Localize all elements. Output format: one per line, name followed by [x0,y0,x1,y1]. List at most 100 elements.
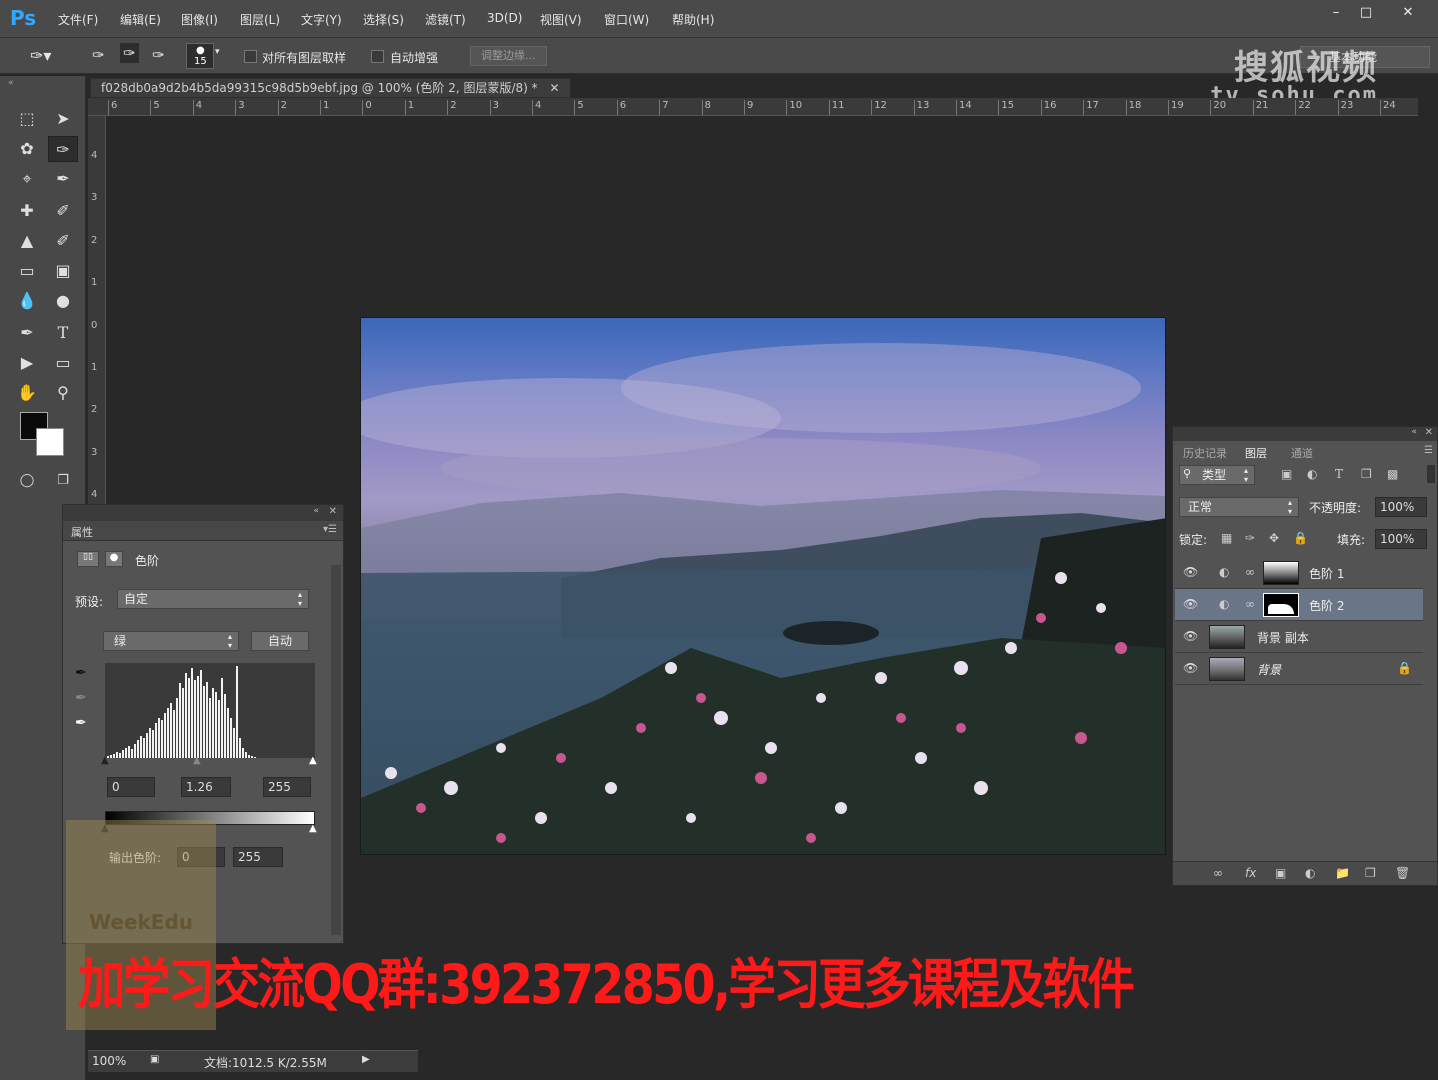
channel-dropdown[interactable]: 绿 [103,631,239,651]
quick-mask-icon[interactable]: ◯ [12,468,42,494]
zoom-level[interactable]: 100% [92,1054,126,1068]
link-icon[interactable]: ∞ [1245,565,1255,579]
input-black-slider[interactable]: ▲ [101,755,109,766]
properties-tab[interactable]: 属性 [71,524,93,540]
status-menu-arrow-icon[interactable]: ▶ [362,1054,370,1065]
lasso-tool-icon[interactable]: ✿ [12,136,42,162]
eraser-tool-icon[interactable]: ▭ [12,258,42,284]
white-point-eyedropper-icon[interactable]: ✒ [75,715,87,731]
layer-row[interactable]: 👁 ◐ ∞ 色阶 1 [1175,557,1423,589]
new-group-icon[interactable]: 📁 [1335,866,1350,880]
lock-position-icon[interactable]: ✥ [1269,531,1279,545]
add-to-selection-icon[interactable]: ✑ [120,43,139,63]
eye-icon[interactable]: 👁 [1183,629,1198,643]
layer-row[interactable]: 👁 ◐ ∞ 色阶 2 [1175,589,1423,621]
panel-menu-icon[interactable]: ▾☰ [323,524,337,535]
eye-icon[interactable]: 👁 [1183,597,1198,611]
blur-tool-icon[interactable]: 💧 [12,288,42,314]
input-black-field[interactable]: 0 [107,777,155,797]
quick-selection-tool-icon[interactable]: ✑ [48,136,78,162]
layer-thumbnail[interactable] [1209,657,1245,681]
close-icon[interactable]: ✕ [1394,4,1422,24]
lock-transparent-icon[interactable]: ▦ [1221,531,1232,545]
pen-tool-icon[interactable]: ✒ [12,320,42,346]
new-layer-icon[interactable]: ❐ [1365,866,1376,880]
clone-stamp-tool-icon[interactable]: ▲ [12,228,42,254]
close-panel-icon[interactable]: ✕ [329,506,337,517]
menu-edit[interactable]: 编辑(E) [120,11,161,28]
tab-layers[interactable]: 图层 [1239,443,1273,463]
minimize-icon[interactable]: – [1322,4,1350,24]
menu-filter[interactable]: 滤镜(T) [425,11,466,28]
quick-selection-preset-icon[interactable]: ✑▾ [30,46,51,65]
path-selection-tool-icon[interactable]: ▶ [12,350,42,376]
add-mask-icon[interactable]: ▣ [1275,866,1286,880]
preset-dropdown[interactable]: 自定 [117,589,309,609]
auto-button[interactable]: 自动 [251,631,309,651]
auto-enhance-checkbox[interactable] [371,50,384,63]
black-point-eyedropper-icon[interactable]: ✒ [75,665,87,681]
smart-object-filter-icon[interactable]: ▩ [1387,467,1398,481]
opacity-field[interactable]: 100% [1375,497,1427,517]
mask-icon[interactable]: ● [105,551,123,567]
eye-icon[interactable]: 👁 [1183,661,1198,675]
eye-icon[interactable]: 👁 [1183,565,1198,579]
crop-tool-icon[interactable]: ⌖ [12,166,42,192]
history-brush-tool-icon[interactable]: ✐ [48,228,78,254]
hand-tool-icon[interactable]: ✋ [12,380,42,406]
subtract-selection-icon[interactable]: ✑ [152,46,165,64]
pixel-filter-icon[interactable]: ▣ [1281,467,1292,481]
type-filter-icon[interactable]: T [1335,467,1343,481]
properties-scrollbar[interactable] [331,565,341,935]
adjustment-filter-icon[interactable]: ◐ [1307,467,1317,481]
input-white-slider[interactable]: ▲ [309,755,317,766]
new-adjustment-icon[interactable]: ◐ [1305,866,1315,880]
menu-layer[interactable]: 图层(L) [240,11,280,28]
status-icon[interactable]: ▣ [150,1054,159,1065]
lock-all-icon[interactable]: 🔒 [1293,531,1308,545]
output-white-slider[interactable]: ▲ [309,823,317,834]
chevron-down-icon[interactable]: ▾ [215,47,220,57]
menu-view[interactable]: 视图(V) [540,11,582,28]
menu-window[interactable]: 窗口(W) [604,11,649,28]
panel-menu-icon[interactable]: ☰ [1424,445,1433,456]
gray-point-eyedropper-icon[interactable]: ✒ [75,690,87,706]
background-color-swatch[interactable] [36,428,64,456]
link-layers-icon[interactable]: ∞ [1213,866,1223,880]
sample-all-layers-checkbox[interactable] [244,50,257,63]
menu-3d[interactable]: 3D(D) [487,11,522,25]
delete-layer-icon[interactable]: 🗑 [1395,866,1410,880]
collapse-panel-icon[interactable]: « [313,506,319,516]
move-tool-icon[interactable]: ➤ [48,106,78,132]
menu-file[interactable]: 文件(F) [58,11,98,28]
shape-filter-icon[interactable]: ❐ [1361,467,1372,481]
marquee-tool-icon[interactable]: ⬚ [12,106,42,132]
input-gamma-field[interactable]: 1.26 [181,777,231,797]
maximize-icon[interactable]: □ [1352,4,1380,24]
document-tab[interactable]: f028db0a9d2b4b5da99315c98d5b9ebf.jpg @ 1… [90,78,571,98]
layer-thumbnail[interactable] [1209,625,1245,649]
input-gamma-slider[interactable]: ▲ [193,755,201,766]
type-tool-icon[interactable]: T [48,320,78,346]
layer-mask-thumbnail[interactable] [1263,593,1299,617]
menu-select[interactable]: 选择(S) [363,11,404,28]
screen-mode-icon[interactable]: ❐ [48,468,78,494]
filter-toggle[interactable] [1427,465,1435,483]
tab-history[interactable]: 历史记录 [1177,443,1233,463]
layer-row[interactable]: 👁 背景 🔒 [1175,653,1423,685]
output-white-field[interactable]: 255 [233,847,283,867]
healing-brush-tool-icon[interactable]: ✚ [12,198,42,224]
brush-tool-icon[interactable]: ✐ [48,198,78,224]
rectangle-tool-icon[interactable]: ▭ [48,350,78,376]
blend-mode-dropdown[interactable]: 正常 [1179,497,1299,517]
brush-size-picker[interactable]: ● 15 [186,43,214,69]
tab-channels[interactable]: 通道 [1285,443,1319,463]
collapse-icon[interactable]: « [8,78,14,88]
zoom-tool-icon[interactable]: ⚲ [48,380,78,406]
fill-field[interactable]: 100% [1375,529,1427,549]
collapse-panel-icon[interactable]: « [1411,427,1417,437]
eyedropper-tool-icon[interactable]: ✒ [48,166,78,192]
gradient-tool-icon[interactable]: ▣ [48,258,78,284]
new-selection-icon[interactable]: ✑ [92,46,105,64]
close-panel-icon[interactable]: ✕ [1425,427,1433,438]
